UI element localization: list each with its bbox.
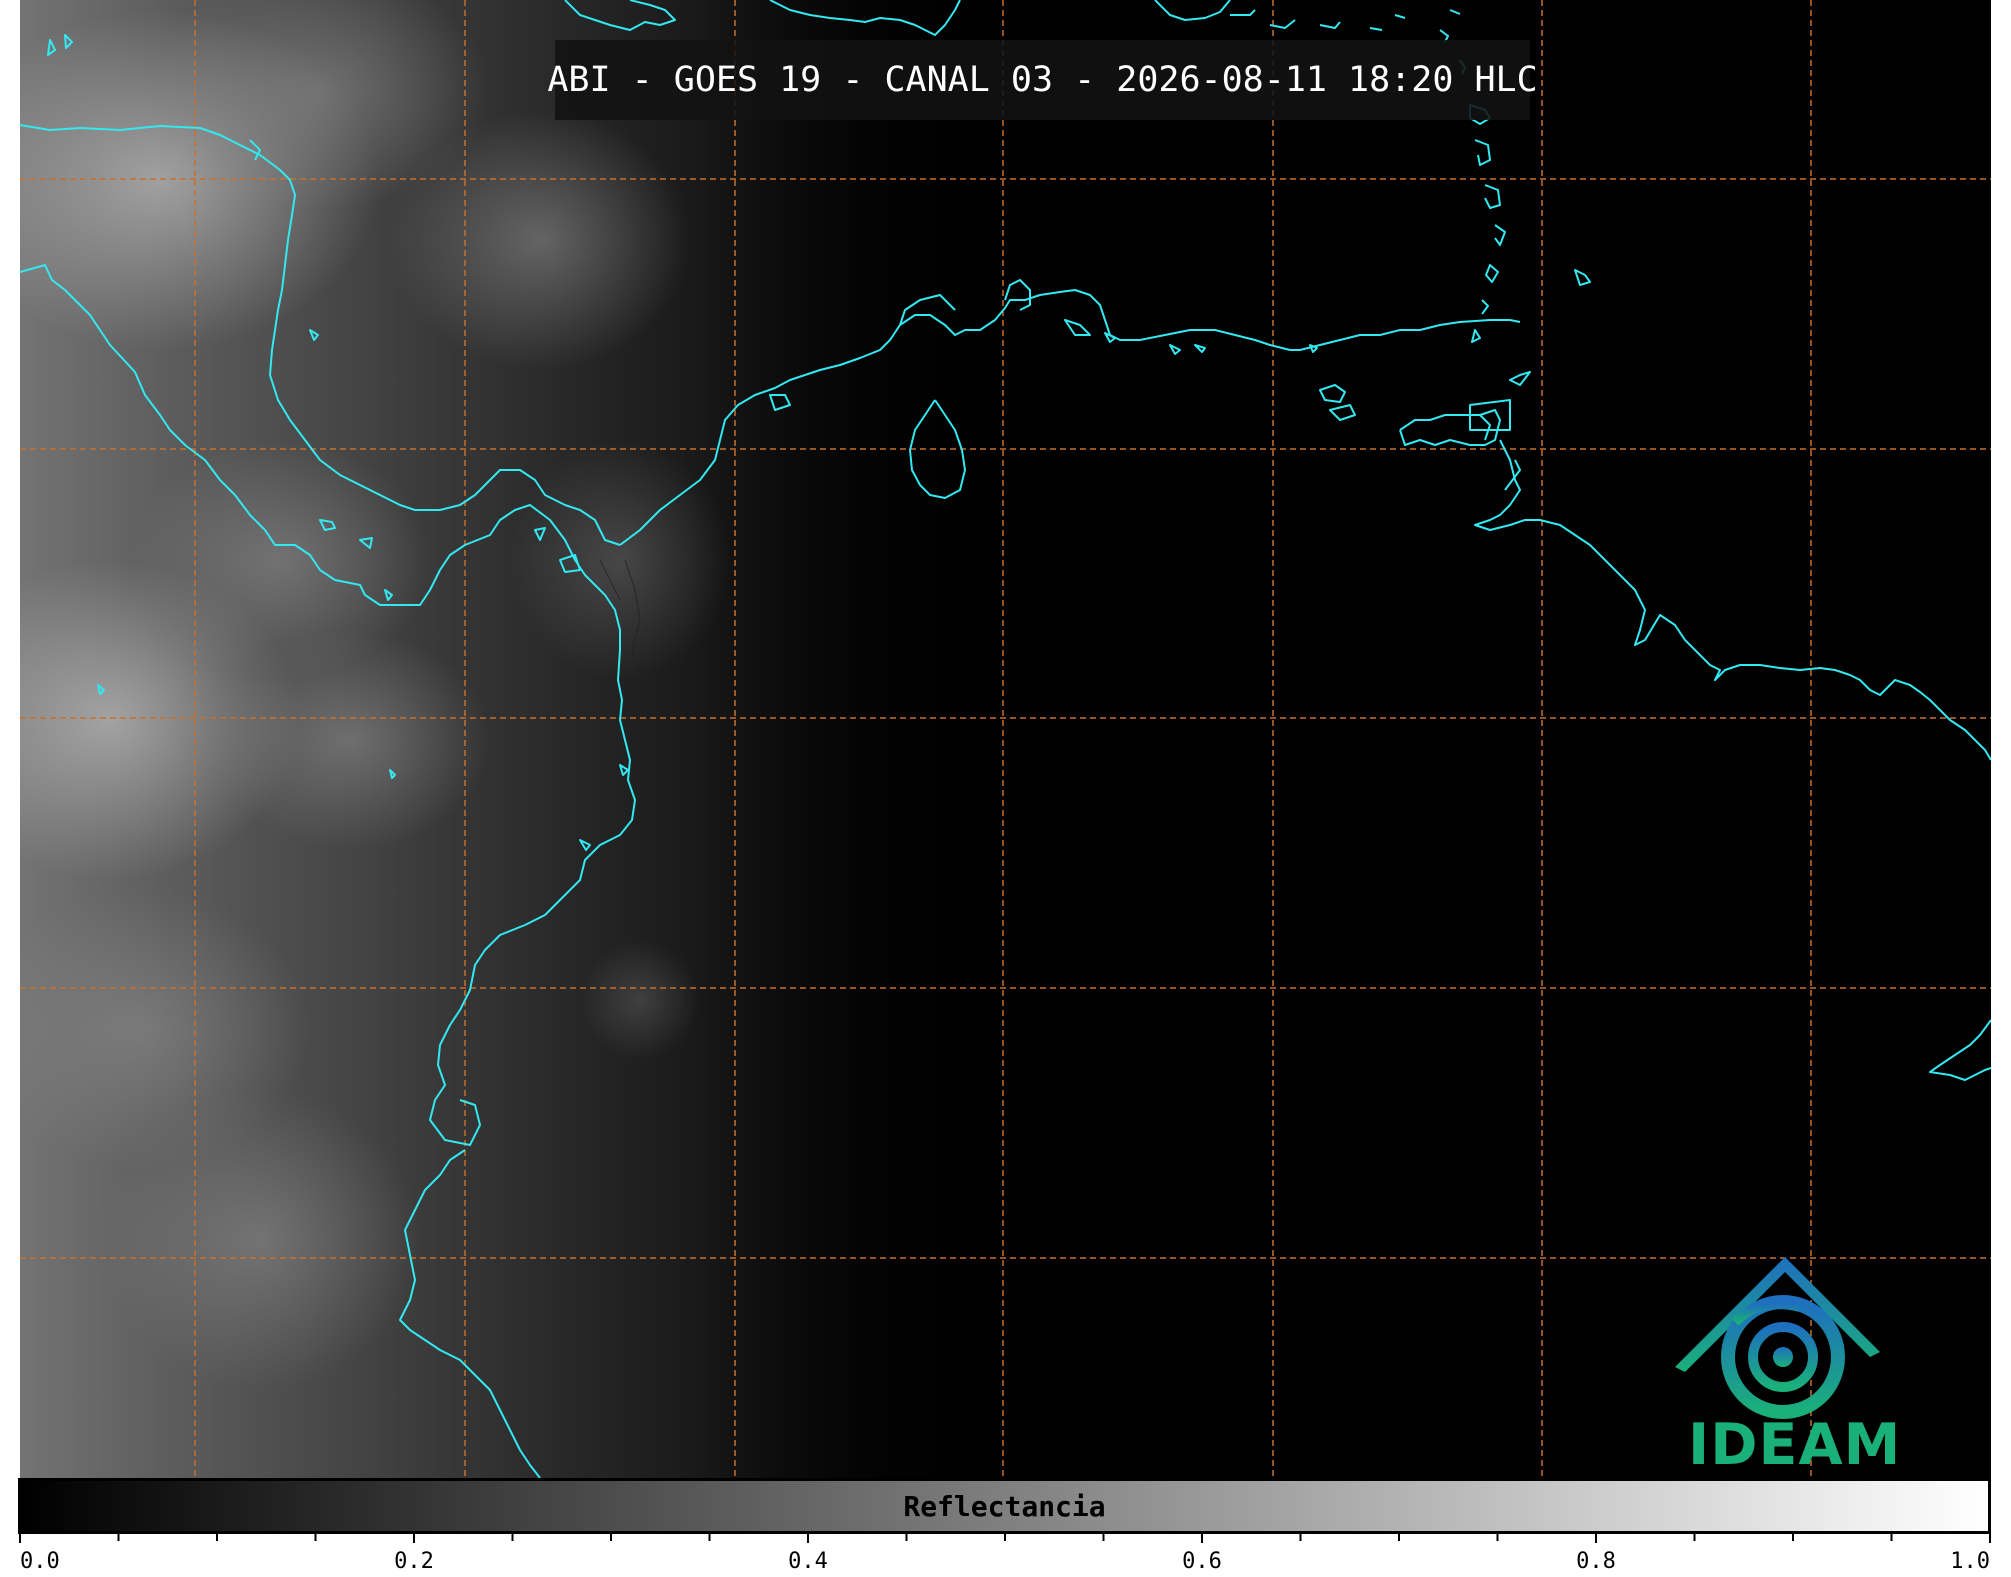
ideam-logo-text: IDEAM xyxy=(1688,1412,1902,1478)
colorbar-tick-label: 0.0 xyxy=(20,1549,60,1574)
title-box: ABI - GOES 19 - CANAL 03 - 2026-08-11 18… xyxy=(547,40,1538,120)
colorbar-tick-label: 0.2 xyxy=(394,1549,434,1574)
colorbar-ticks: 0.0 0.2 0.4 0.6 0.8 1.0 xyxy=(19,1534,1991,1574)
colorbar-tick-label: 0.8 xyxy=(1576,1549,1616,1574)
colorbar-tick-marks xyxy=(19,1534,1991,1543)
satellite-map: ABI - GOES 19 - CANAL 03 - 2026-08-11 18… xyxy=(20,0,1991,1478)
colorbar: Reflectancia xyxy=(18,1478,1991,1534)
colorbar-tick-label: 1.0 xyxy=(1950,1549,1990,1574)
map-title: ABI - GOES 19 - CANAL 03 - 2026-08-11 18… xyxy=(547,60,1538,100)
colorbar-tick-label: 0.4 xyxy=(788,1549,828,1574)
colorbar-tick-label: 0.6 xyxy=(1182,1549,1222,1574)
colorbar-label: Reflectancia xyxy=(903,1489,1106,1523)
colorbar-tick-labels: 0.0 0.2 0.4 0.6 0.8 1.0 xyxy=(20,1549,1990,1574)
